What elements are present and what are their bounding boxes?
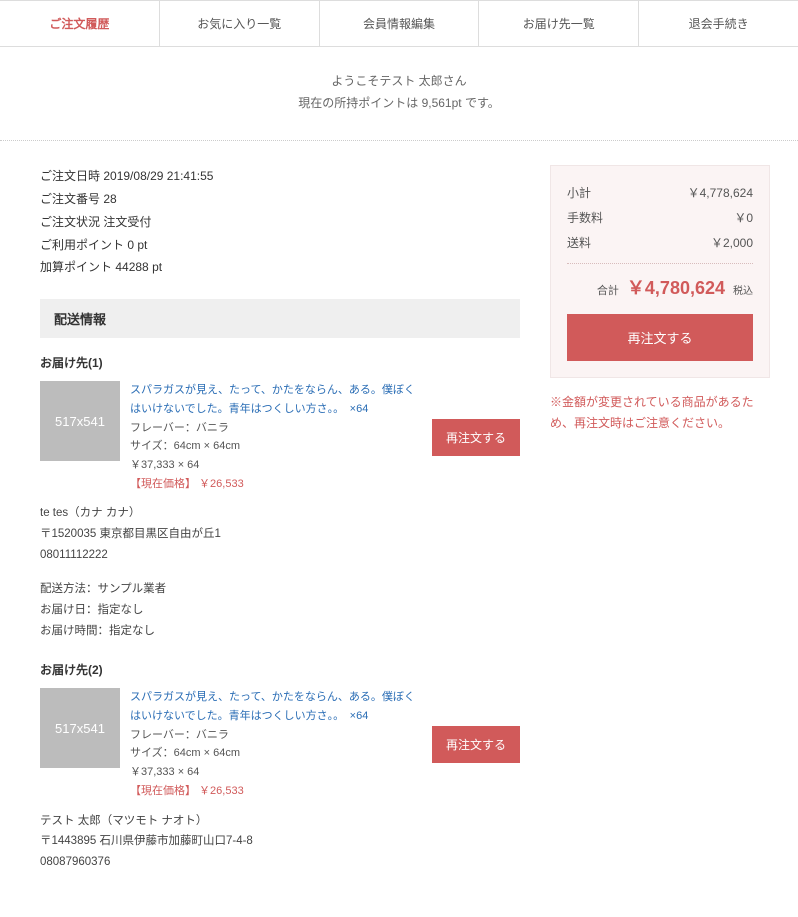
used-points-label: ご利用ポイント (40, 234, 124, 257)
order-number-label: ご注文番号 (40, 188, 100, 211)
tab-member-edit[interactable]: 会員情報編集 (320, 1, 480, 46)
product-size: サイズ：64cm × 64cm (130, 744, 422, 763)
fee-value: ￥0 (734, 209, 753, 226)
fee-label: 手数料 (567, 209, 603, 226)
recipient-name: テスト 太郎（マツモト ナオト） (40, 811, 520, 832)
order-item-row: 517x541 スパラガスが見え、たって、かたをならん、ある。僕ぼくはいけないで… (40, 688, 520, 800)
product-size: サイズ：64cm × 64cm (130, 437, 422, 456)
product-title-link[interactable]: スパラガスが見え、たって、かたをならん、ある。僕ぼくはいけないでした。青年はつく… (130, 384, 415, 415)
subtotal-value: ￥4,778,624 (688, 184, 753, 201)
subtotal-label: 小計 (567, 184, 591, 201)
recipient-name: te tes（カナ カナ） (40, 503, 520, 524)
product-title-link[interactable]: スパラガスが見え、たって、かたをならん、ある。僕ぼくはいけないでした。青年はつく… (130, 691, 415, 722)
tab-addresses[interactable]: お届け先一覧 (479, 1, 639, 46)
price-change-warning: ※金額が変更されている商品があるため、再注文時はご注意ください。 (550, 392, 770, 433)
product-flavor: フレーバー：バニラ (130, 419, 422, 438)
reorder-item-button[interactable]: 再注文する (432, 419, 520, 456)
destination-heading: お届け先(1) (40, 354, 520, 371)
shipping-time: お届け時間：指定なし (40, 621, 520, 642)
product-flavor: フレーバー：バニラ (130, 726, 422, 745)
product-thumbnail: 517x541 (40, 688, 120, 768)
price-summary: 小計 ￥4,778,624 手数料 ￥0 送料 ￥2,000 合計 ￥4,780… (550, 165, 770, 378)
shipping-method: 配送方法：サンプル業者 (40, 579, 520, 600)
added-points: 44288 pt (115, 260, 162, 274)
product-unit-price: ￥37,333 × 64 (130, 763, 422, 782)
order-status-label: ご注文状況 (40, 211, 100, 234)
added-points-label: 加算ポイント (40, 256, 112, 279)
welcome-line2: 現在の所持ポイントは 9,561pt です。 (0, 93, 798, 115)
order-datetime-label: ご注文日時 (40, 165, 100, 188)
recipient-phone: 08011112222 (40, 545, 520, 566)
shipping-label: 送料 (567, 234, 591, 251)
welcome-message: ようこそテスト 太郎さん 現在の所持ポイントは 9,561pt です。 (0, 47, 798, 132)
nav-tabs: ご注文履歴 お気に入り一覧 会員情報編集 お届け先一覧 退会手続き (0, 0, 798, 47)
total-amount: ￥4,780,624 (627, 274, 725, 300)
recipient-block: te tes（カナ カナ） 〒1520035 東京都目黒区自由が丘1 08011… (40, 503, 520, 565)
shipping-value: ￥2,000 (711, 234, 753, 251)
product-info: スパラガスが見え、たって、かたをならん、ある。僕ぼくはいけないでした。青年はつく… (130, 381, 422, 493)
tab-order-history[interactable]: ご注文履歴 (0, 1, 160, 46)
shipping-section-header: 配送情報 (40, 299, 520, 338)
shipping-details: 配送方法：サンプル業者 お届け日：指定なし お届け時間：指定なし (40, 579, 520, 641)
shipping-date: お届け日：指定なし (40, 600, 520, 621)
tax-note: 税込 (733, 282, 753, 297)
order-number: 28 (103, 192, 116, 206)
product-thumbnail: 517x541 (40, 381, 120, 461)
product-qty: ×64 (350, 710, 369, 722)
tab-favorites[interactable]: お気に入り一覧 (160, 1, 320, 46)
order-meta: ご注文日時 2019/08/29 21:41:55 ご注文番号 28 ご注文状況… (40, 165, 520, 279)
destination-heading: お届け先(2) (40, 661, 520, 678)
order-datetime: 2019/08/29 21:41:55 (103, 169, 213, 183)
product-current-price: 【現在価格】 ￥26,533 (130, 782, 422, 801)
product-qty: ×64 (350, 403, 369, 415)
product-unit-price: ￥37,333 × 64 (130, 456, 422, 475)
tab-withdraw[interactable]: 退会手続き (639, 1, 798, 46)
product-info: スパラガスが見え、たって、かたをならん、ある。僕ぼくはいけないでした。青年はつく… (130, 688, 422, 800)
reorder-all-button[interactable]: 再注文する (567, 314, 753, 361)
recipient-block: テスト 太郎（マツモト ナオト） 〒1443895 石川県伊藤市加藤町山口7-4… (40, 811, 520, 873)
recipient-address: 〒1443895 石川県伊藤市加藤町山口7-4-8 (40, 831, 520, 852)
recipient-phone: 08087960376 (40, 852, 520, 873)
product-current-price: 【現在価格】 ￥26,533 (130, 475, 422, 494)
order-item-row: 517x541 スパラガスが見え、たって、かたをならん、ある。僕ぼくはいけないで… (40, 381, 520, 493)
used-points: 0 pt (127, 238, 147, 252)
reorder-item-button[interactable]: 再注文する (432, 726, 520, 763)
welcome-line1: ようこそテスト 太郎さん (0, 71, 798, 93)
recipient-address: 〒1520035 東京都目黒区自由が丘1 (40, 524, 520, 545)
total-label: 合計 (597, 282, 619, 298)
order-status: 注文受付 (103, 215, 151, 229)
